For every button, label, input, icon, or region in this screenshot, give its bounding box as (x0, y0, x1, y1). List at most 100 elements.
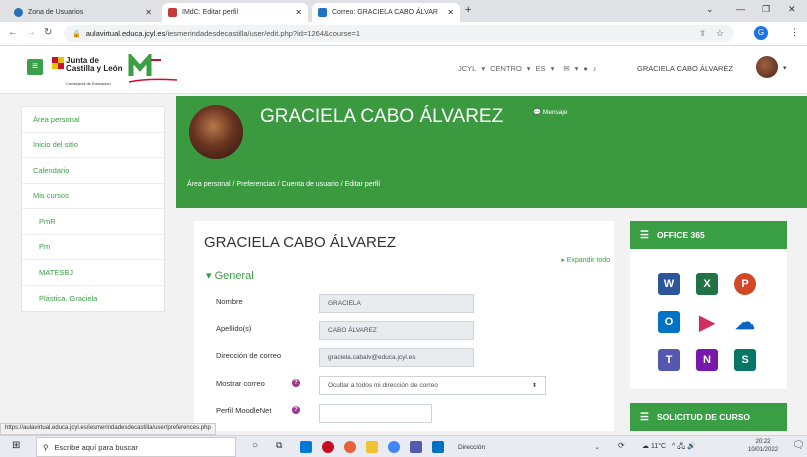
new-tab-button[interactable]: + (465, 4, 471, 16)
email-field[interactable]: graciela.cabalv@educa.jcyl.es (319, 348, 474, 367)
user-avatar[interactable] (756, 56, 778, 78)
tray-chevron-icon[interactable]: ^ (672, 443, 675, 450)
sway-icon[interactable]: S (734, 349, 756, 371)
edge-icon[interactable] (300, 441, 312, 453)
tab-editar-perfil[interactable]: IMdC: Editar perfil ✕ (162, 3, 308, 22)
help-icon[interactable]: ? (292, 379, 300, 387)
sidebar-item-inicio[interactable]: Inicio del sitio (22, 133, 164, 158)
office365-title: OFFICE 365 (656, 230, 705, 240)
share-icon[interactable]: ⇪ (699, 29, 706, 38)
maximize-icon[interactable]: ❐ (762, 4, 770, 15)
section-general-toggle[interactable]: ▾ General (206, 269, 254, 282)
sidebar-item-area-personal[interactable]: Área personal (22, 107, 164, 133)
direccion-label: Dirección (458, 443, 486, 451)
url-domain: aulavirtual.educa.jcyl.es (85, 29, 166, 38)
clock[interactable]: 20:22 10/01/2022 (748, 438, 778, 454)
field-label-email: Dirección de correo (216, 351, 282, 360)
message-link[interactable]: 💬 Mensaje (533, 108, 567, 116)
forward-icon[interactable]: → (26, 27, 36, 38)
tab-correo[interactable]: Correo: GRACIELA CABO ÁLVAR ✕ (312, 3, 460, 22)
refresh-icon[interactable]: ⟳ (618, 441, 625, 450)
window-close-icon[interactable]: ✕ (788, 4, 796, 15)
notifications-icon[interactable]: 🗨 (792, 440, 805, 451)
sidebar-item-pm[interactable]: Pm (22, 235, 164, 260)
mostrar-correo-select[interactable]: Ocultar a todos mi dirección de correo ⬍ (319, 376, 546, 395)
network-icon[interactable]: 🖧 (677, 443, 685, 450)
search-placeholder: Escribe aquí para buscar (54, 442, 138, 452)
weather-icon[interactable]: ☁ (642, 443, 649, 450)
chevron-down-icon: ▾ (206, 270, 215, 282)
menu-centro[interactable]: CENTRO (490, 64, 522, 73)
opera-icon[interactable] (322, 441, 334, 453)
chevron-down-icon[interactable]: ▾ (783, 64, 787, 72)
sidebar-item-calendario[interactable]: Calendario (22, 158, 164, 184)
teams-taskbar-icon[interactable] (410, 441, 422, 453)
menu-language[interactable]: ES (536, 64, 546, 73)
clock-date: 10/01/2022 (748, 447, 779, 453)
menu-jcyl[interactable]: JCYL (458, 64, 476, 73)
windows-start-icon[interactable]: ⊞ (12, 440, 20, 451)
task-view-icon[interactable]: ⧉ (276, 440, 282, 451)
site-header: ≡ Junta de Castilla y León Consejería de… (0, 46, 807, 94)
menu-dots-icon[interactable]: ⋮ (790, 27, 799, 38)
volume-icon[interactable]: 🔊 (687, 443, 696, 450)
cortana-icon[interactable]: ○ (252, 440, 258, 451)
star-icon[interactable]: ☆ (716, 28, 724, 39)
teams-icon[interactable]: T (658, 349, 680, 371)
word-icon[interactable]: W (658, 273, 680, 295)
back-icon[interactable]: ← (8, 27, 18, 38)
reload-icon[interactable]: ↻ (44, 27, 52, 38)
chrome-icon[interactable] (388, 441, 400, 453)
nombre-field[interactable]: GRACIELA (319, 294, 474, 313)
chat-icon[interactable]: ● (583, 64, 588, 73)
excel-icon[interactable]: X (696, 273, 718, 295)
globe-icon (14, 8, 23, 17)
tab-label: IMdC: Editar perfil (182, 9, 239, 16)
moodle-icon (168, 8, 177, 17)
sidebar-item-pmr[interactable]: PmR (22, 209, 164, 235)
powerpoint-icon[interactable]: P (734, 273, 756, 295)
breadcrumb[interactable]: Área personal / Preferencias / Cuenta de… (187, 181, 380, 188)
solicitud-block-header: ☰ SOLICITUD DE CURSO (630, 403, 787, 431)
hamburger-icon[interactable]: ≡ (27, 59, 43, 75)
address-bar: ← → ↻ 🔒 aulavirtual.educa.jcyl.es /iesme… (0, 22, 807, 46)
expand-all-link[interactable]: ▸ Expandir todo (561, 256, 610, 264)
list-icon: ☰ (640, 229, 649, 241)
file-explorer-icon[interactable] (366, 441, 378, 453)
sidebar-item-plastica[interactable]: Plástica. Graciela (22, 286, 164, 312)
weather-temp[interactable]: 11°C (651, 443, 666, 450)
section-general-label: General (214, 270, 254, 282)
outlook-icon[interactable]: O (658, 311, 680, 333)
taskbar-search[interactable]: ⚲ Escribe aquí para buscar (36, 437, 236, 457)
profile-avatar[interactable]: G (754, 26, 768, 40)
onedrive-icon[interactable]: ☁ (734, 311, 756, 334)
top-menu: JCYL ▾ CENTRO ▾ ES ▾ ✉ ▾ ● ♪ (458, 64, 597, 73)
apellidos-field[interactable]: CABO ÁLVAREZ (319, 321, 474, 340)
mail-app-icon[interactable] (432, 441, 444, 453)
school-logo (128, 54, 178, 83)
chevron-down-icon: ▾ (550, 64, 555, 73)
profile-picture (187, 103, 245, 161)
firefox-icon[interactable] (344, 441, 356, 453)
close-icon[interactable]: ✕ (295, 8, 302, 17)
sidebar-item-matesbj[interactable]: MATESBJ (22, 260, 164, 286)
field-label-moodlenet: Perfil MoodleNet (216, 406, 272, 415)
mail-icon[interactable]: ✉ (563, 64, 569, 73)
stream-icon[interactable]: ▶ (696, 311, 718, 334)
tab-list-icon[interactable]: ⌄ (706, 4, 714, 15)
moodlenet-field[interactable] (319, 404, 432, 423)
help-icon[interactable]: ? (292, 406, 300, 414)
close-icon[interactable]: ✕ (145, 8, 152, 17)
close-icon[interactable]: ✕ (447, 8, 454, 17)
onenote-icon[interactable]: N (696, 349, 718, 371)
user-menu-name[interactable]: GRACIELA CABO ÁLVAREZ (637, 64, 733, 73)
address-toolbar[interactable]: Dirección ⌄ (458, 440, 608, 454)
field-label-nombre: Nombre (216, 297, 243, 306)
minimize-icon[interactable]: — (736, 4, 745, 14)
url-field[interactable]: 🔒 aulavirtual.educa.jcyl.es /iesmerindad… (64, 25, 734, 42)
tab-zona-usuarios[interactable]: Zona de Usuarios ✕ (8, 3, 158, 22)
bell-icon[interactable]: ♪ (593, 64, 597, 73)
sidebar-item-mis-cursos[interactable]: Mis cursos (22, 184, 164, 209)
jcyl-sub: Consejería de Educación (66, 81, 111, 86)
chat-icon: 💬 (533, 109, 542, 116)
